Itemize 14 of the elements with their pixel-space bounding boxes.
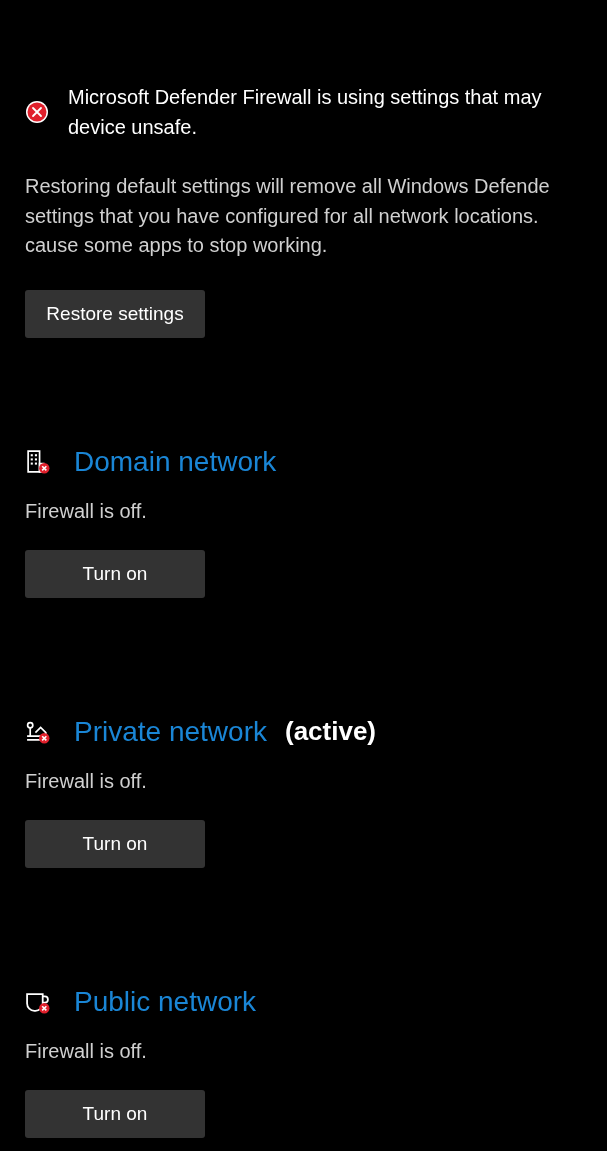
turn-on-button[interactable]: Turn on (25, 549, 205, 598)
network-link[interactable]: Domain network (74, 445, 277, 478)
description-text: Restoring default settings will remove all Windows Defende settings that you have configured for all network locations. cause some apps to stop working. (25, 174, 551, 258)
turn-on-button[interactable]: Turn on (25, 1089, 205, 1138)
active-label: (active) (284, 716, 376, 747)
turn-on-button[interactable]: Turn on (25, 819, 205, 868)
network-link[interactable]: Public network (74, 985, 257, 1018)
restore-settings-button[interactable]: Restore settings (25, 289, 205, 338)
alert-message: Microsoft Defender Firewall is using settings that may device unsafe. (68, 85, 542, 140)
network-link[interactable]: Private network (74, 715, 267, 748)
firewall-status: Firewall is off. (25, 498, 148, 524)
firewall-status: Firewall is off. (25, 768, 148, 794)
error-icon (25, 100, 49, 124)
firewall-status: Firewall is off. (25, 1038, 148, 1064)
